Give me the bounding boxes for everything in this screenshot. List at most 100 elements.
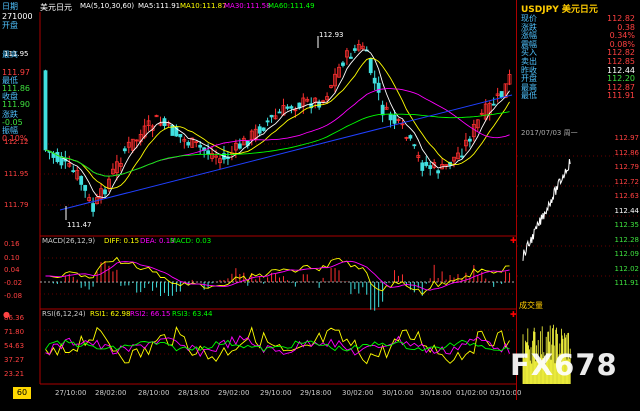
bar-info-panel: 日期 271000 开盘 最高 111.97 最低 111.86 收盘 111.… <box>0 2 42 144</box>
candle-body <box>491 103 496 106</box>
candle-body <box>265 120 270 123</box>
ma30-value: MA30:111.58 <box>224 2 271 10</box>
dea-line <box>45 260 510 291</box>
candle-body <box>368 57 373 74</box>
time-tick: 28/10:00 <box>138 389 170 397</box>
ma10-value: MA10:111.87 <box>180 2 227 10</box>
time-tick: 28/02:00 <box>95 389 127 397</box>
ma60-value: MA60:111.49 <box>268 2 315 10</box>
rsi-tick: 23.21 <box>4 370 25 378</box>
candle-body <box>424 162 429 166</box>
candle-body <box>408 135 413 139</box>
quote-row: 最低 111.91 <box>521 91 639 100</box>
candle-body <box>83 185 88 191</box>
candle-body <box>348 56 353 59</box>
price-tick: 111.95 <box>4 170 29 178</box>
ma5-value: MA5:111.91 <box>138 2 181 10</box>
rsi-indicator <box>45 326 510 365</box>
time-tick: 27/10:00 <box>55 389 87 397</box>
candle-body <box>420 162 425 171</box>
candle-body <box>289 106 294 109</box>
time-tick: 01/02:00 <box>456 389 488 397</box>
time-tick: 28/18:00 <box>178 389 210 397</box>
candle-body <box>428 165 433 170</box>
rsi-tick: 37.27 <box>4 356 25 364</box>
candle-body <box>79 176 84 185</box>
low-annotation: 111.47 <box>67 221 92 229</box>
candle-body <box>178 134 183 138</box>
candle-body <box>376 82 381 93</box>
candle-body <box>352 48 357 51</box>
time-tick: 29/02:00 <box>218 389 250 397</box>
candle-body <box>43 70 48 151</box>
candle-body <box>71 170 76 173</box>
candle-body <box>412 144 417 147</box>
rsi-tick: 71.80 <box>4 328 25 336</box>
intraday-price-tick: 112.35 <box>614 221 640 229</box>
intraday-price-line <box>522 159 571 261</box>
candle-body <box>499 91 504 98</box>
open-label: 开盘 <box>2 21 18 30</box>
macd-value: MACD: 0.03 <box>170 237 212 245</box>
time-tick: 30/02:00 <box>342 389 374 397</box>
candle-body <box>467 138 472 142</box>
candle-body <box>103 189 107 195</box>
intraday-price-tick: 112.97 <box>614 134 640 142</box>
macd-tick: -0.02 <box>4 279 23 287</box>
intraday-price-tick: 112.28 <box>614 235 640 244</box>
macd-tick: -0.08 <box>4 292 23 300</box>
close-value: 111.90 <box>2 100 30 109</box>
intraday-price-tick: 112.09 <box>614 250 640 258</box>
candle-body <box>341 62 345 66</box>
chart-title: 美元日元 <box>40 3 72 12</box>
date-tab[interactable]: 日期 <box>2 2 18 11</box>
candle-body <box>206 150 211 155</box>
candle-body <box>392 114 397 124</box>
diff-line <box>45 256 510 296</box>
candle-body <box>91 203 95 212</box>
intraday-price-tick: 112.86 <box>614 148 640 157</box>
time-tick: 30/18:00 <box>420 389 452 397</box>
candle-body <box>436 170 441 174</box>
macd-tick: 0.16 <box>4 240 20 248</box>
candle-body <box>55 152 60 162</box>
period-button[interactable]: 60分 <box>13 387 31 409</box>
moving-average-lines <box>45 49 513 211</box>
quote-value: 111.91 <box>607 91 635 101</box>
macd-tick: 0.10 <box>4 254 20 262</box>
candle-body <box>388 113 393 121</box>
intraday-price-tick: 112.63 <box>614 192 640 200</box>
price-tick: 112.12 <box>4 138 29 146</box>
quote-panel: USDJPY 美元日元 现价 112.82 涨跌 0.38 涨幅 0.34% 震幅 0.08%… <box>516 0 640 400</box>
macd-tick: 0.04 <box>4 266 20 274</box>
rsi2-line <box>45 335 510 358</box>
time-tick: 29/18:00 <box>300 389 332 397</box>
rsi-tick: 86.36 <box>4 314 25 322</box>
rsi-tick: 54.63 <box>4 342 25 350</box>
rsi-title: RSI(6,12,24) <box>42 310 86 318</box>
intraday-price-tick: 112.02 <box>614 264 640 273</box>
rsi1-value: RSI1: 62.98 <box>90 310 131 318</box>
open-value: 111.95 <box>4 50 29 58</box>
bar-date: 271000 <box>2 12 33 21</box>
candlestick-series <box>43 39 512 217</box>
intraday-price-tick: 112.72 <box>614 177 640 186</box>
rsi3-value: RSI3: 63.44 <box>172 310 213 318</box>
candle-body <box>122 148 127 152</box>
candle-body <box>460 155 464 158</box>
main-chart[interactable] <box>0 0 516 400</box>
high-annotation: 112.93 <box>319 31 344 39</box>
intraday-price-tick: 112.44 <box>614 206 640 215</box>
candle-body <box>186 142 191 146</box>
candle-body <box>277 111 282 114</box>
intraday-price-tick: 111.91 <box>614 279 640 287</box>
candle-body <box>237 143 242 149</box>
quote-label: 最低 <box>521 91 537 101</box>
candle-body <box>269 114 274 118</box>
macd-indicator <box>40 256 516 311</box>
candle-body <box>198 144 203 148</box>
watermark-logo: FX678 <box>510 348 618 382</box>
macd-title: MACD(26,12,9) <box>42 237 96 245</box>
candle-body <box>261 127 266 131</box>
candle-body <box>257 126 262 134</box>
